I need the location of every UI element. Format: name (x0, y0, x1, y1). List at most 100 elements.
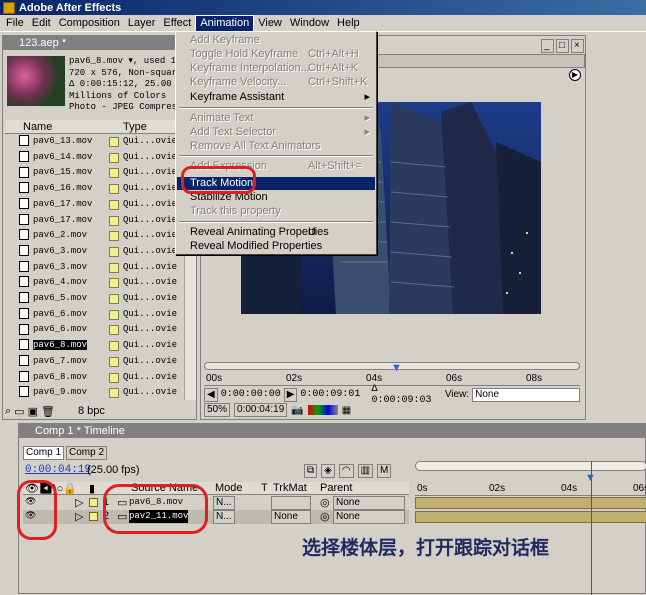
label-color-swatch[interactable] (109, 294, 119, 304)
project-list-item[interactable]: pav6_5.mov Qui...ovie (19, 291, 179, 307)
project-list-item[interactable]: pav6_6.mov Qui...ovie (19, 322, 179, 338)
menu-item-reveal-modified-properties[interactable]: Reveal Modified Properties (177, 240, 375, 253)
shy-icon[interactable]: ◠ (338, 464, 354, 478)
layer-label-swatch[interactable] (89, 498, 98, 507)
project-list-item[interactable]: pav6_14.mov Qui...ovie (19, 150, 179, 166)
close-icon[interactable]: × (571, 39, 584, 53)
project-list-item[interactable]: pav6_13.mov Qui...ovie (19, 134, 179, 150)
label-color-swatch[interactable] (109, 168, 119, 179)
transparency-grid-icon[interactable]: ▦ (342, 405, 351, 416)
layer-parent-select[interactable]: None (333, 510, 405, 524)
menu-item-reveal-animating-properties[interactable]: Reveal Animating Properties U (177, 226, 375, 239)
label-color-swatch[interactable] (109, 262, 119, 273)
menu-item-label: Animate Text (190, 112, 254, 124)
time-end[interactable]: 0:00:09:01 (300, 389, 360, 400)
layer-twirl-icon[interactable]: ▷ (75, 510, 83, 523)
set-out-icon[interactable]: ▶ (283, 387, 298, 402)
layer-label-swatch[interactable] (89, 512, 98, 521)
menu-window[interactable]: Window (286, 16, 333, 31)
layer-twirl-icon[interactable]: ▷ (75, 496, 83, 509)
timeline-current-time[interactable]: 0:00:04:19 (25, 464, 91, 476)
label-color-swatch[interactable] (109, 246, 119, 257)
label-color-swatch[interactable] (109, 231, 119, 242)
label-color-swatch[interactable] (109, 388, 119, 399)
menu-composition[interactable]: Composition (55, 16, 124, 31)
project-column-header: Name Type (5, 120, 183, 134)
timeline-cti-head[interactable]: ▼ (585, 472, 596, 484)
draft-3d-icon[interactable]: ◈ (321, 464, 335, 478)
label-color-swatch[interactable] (109, 215, 119, 226)
menu-item-keyframe-assistant[interactable]: Keyframe Assistant ▸ (177, 91, 375, 104)
label-color-swatch[interactable] (109, 152, 119, 163)
menu-effect[interactable]: Effect (159, 16, 195, 31)
parent-pickwhip-icon[interactable]: ◎ (320, 496, 330, 509)
project-list-item[interactable]: pav6_7.mov Qui...ovie (19, 354, 179, 370)
layer-row[interactable]: 👁 ▷ 2 ▭ pav2_11.mov N... None ◎ None (23, 510, 409, 524)
channel-icon[interactable] (307, 405, 338, 415)
label-color-swatch[interactable] (109, 199, 119, 210)
trash-icon[interactable]: 🗑 (41, 405, 55, 418)
find-icon[interactable]: ⌕ (5, 405, 11, 418)
layer-2-bar[interactable] (415, 511, 646, 523)
layer-row[interactable]: 👁 ▷ 1 ▭ pav6_8.mov N... ◎ None (23, 496, 409, 510)
label-color-swatch[interactable] (109, 356, 119, 367)
project-list-item[interactable]: pav6_8.mov Qui...ovie (19, 338, 179, 354)
timeline-navigator[interactable] (415, 461, 646, 471)
menu-edit[interactable]: Edit (28, 16, 55, 31)
view-select[interactable]: None (472, 387, 580, 402)
layer-trkmat-select[interactable] (271, 496, 311, 510)
header-mode[interactable]: Mode (215, 482, 243, 494)
menu-layer[interactable]: Layer (124, 16, 160, 31)
label-color-swatch[interactable] (109, 184, 119, 195)
frame-blend-icon[interactable]: ▥ (357, 464, 374, 478)
header-parent[interactable]: Parent (320, 482, 352, 494)
label-color-swatch[interactable] (109, 325, 119, 336)
label-color-swatch[interactable] (109, 309, 119, 320)
project-list-item[interactable]: pav6_9.mov Qui...ovie (19, 385, 179, 401)
folder-icon[interactable]: ▭ (14, 405, 24, 418)
project-list-item[interactable]: pav6_6.mov Qui...ovie (19, 307, 179, 323)
layer-parent-select[interactable]: None (333, 496, 405, 510)
layer-1-bar[interactable] (415, 497, 646, 509)
project-list-item[interactable]: pav6_17.mov Qui...ovie (19, 197, 179, 213)
menu-view[interactable]: View (254, 16, 286, 31)
item-name: pav6_2.mov (33, 230, 88, 241)
minimize-icon[interactable]: _ (541, 39, 554, 53)
project-list-item[interactable]: pav6_4.mov Qui...ovie (19, 275, 179, 291)
comp-flowchart-icon[interactable]: ⧉ (304, 464, 318, 478)
project-list-item[interactable]: pav6_17.mov Qui...ovie (19, 213, 179, 229)
time-start[interactable]: 0:00:00:00 (221, 389, 281, 400)
zoom-select[interactable]: 50% (204, 403, 231, 417)
label-color-swatch[interactable] (109, 372, 119, 383)
project-list-item[interactable]: pav6_8.mov Qui...ovie (19, 370, 179, 386)
maximize-icon[interactable]: □ (556, 39, 569, 53)
menu-help[interactable]: Help (333, 16, 364, 31)
project-list-item[interactable]: pav6_3.mov Qui...ovie (19, 260, 179, 276)
label-color-swatch[interactable] (109, 278, 119, 289)
snapshot-icon[interactable]: 📷 (291, 405, 303, 416)
motion-blur-icon[interactable]: M (377, 464, 392, 478)
project-list-item[interactable]: pav6_15.mov Qui...ovie (19, 165, 179, 181)
menu-animation[interactable]: Animation (195, 14, 255, 32)
project-list-item[interactable]: pav6_3.mov Qui...ovie (19, 244, 179, 260)
layer-mode-select[interactable]: N... (213, 510, 235, 524)
current-time-indicator[interactable]: ▼ (391, 362, 402, 386)
timeline-tab-1[interactable]: Comp 1 (23, 446, 65, 460)
col-type[interactable]: Type (123, 121, 147, 133)
layer-trkmat-select[interactable]: None (271, 510, 311, 524)
menu-file[interactable]: File (2, 16, 28, 31)
parent-pickwhip-icon[interactable]: ◎ (320, 510, 330, 523)
label-color-swatch[interactable] (109, 341, 119, 352)
bpc-label[interactable]: 8 bpc (78, 405, 105, 417)
col-name[interactable]: Name (23, 121, 52, 133)
comp-icon[interactable]: ▣ (28, 405, 38, 418)
layer-mode-select[interactable]: N... (213, 496, 235, 510)
menu-item-keyframe-velocity: Keyframe Velocity... Ctrl+Shift+K (177, 76, 375, 89)
project-list-item[interactable]: pav6_2.mov Qui...ovie (19, 228, 179, 244)
label-color-swatch[interactable] (109, 137, 119, 147)
project-list-item[interactable]: pav6_16.mov Qui...ovie (19, 181, 179, 197)
current-time-field[interactable]: 0:00:04:19 (234, 403, 288, 417)
timeline-tab-2[interactable]: Comp 2 (66, 446, 108, 460)
comp-menu-icon[interactable]: ▶ (569, 69, 581, 81)
set-in-icon[interactable]: ◀ (204, 387, 218, 402)
